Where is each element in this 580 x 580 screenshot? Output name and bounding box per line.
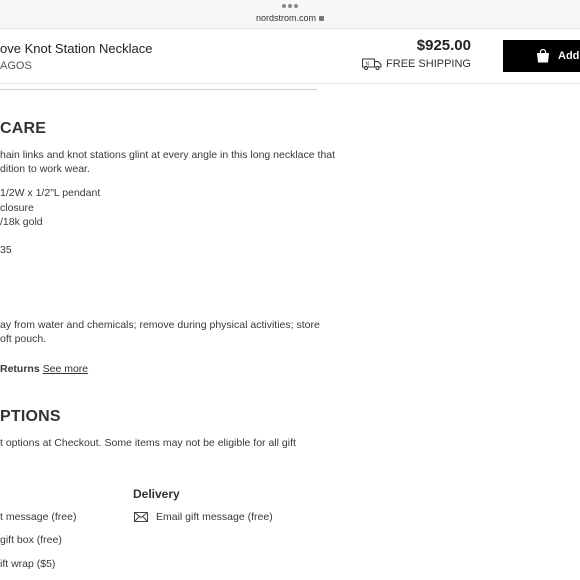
description-line-1: hain links and knot stations glint at ev…	[0, 149, 336, 161]
sticky-product-bar: ove Knot Station Necklace AGOS $925.00 N…	[0, 29, 580, 84]
details-heading: CARE	[0, 120, 47, 137]
envelope-icon	[134, 512, 148, 522]
section-divider	[0, 89, 317, 90]
spec-item: closure	[0, 202, 34, 214]
free-shipping: N FREE SHIPPING	[362, 58, 471, 70]
returns-label: Returns	[0, 363, 40, 375]
email-gift-message-option[interactable]: Email gift message (free)	[156, 510, 273, 525]
gift-option-message[interactable]: t message (free)	[0, 510, 76, 525]
product-title: ove Knot Station Necklace	[0, 41, 153, 56]
url-text: nordstrom.com	[255, 13, 317, 23]
product-price: $925.00	[416, 37, 471, 54]
care-line-1: ay from water and chemicals; remove duri…	[0, 319, 320, 331]
delivery-heading: Delivery	[133, 487, 180, 501]
description-line-2: dition to work wear.	[0, 163, 90, 175]
more-dots-icon[interactable]	[282, 4, 298, 9]
add-to-bag-button[interactable]: Add	[503, 40, 580, 72]
item-number: 35	[0, 244, 12, 256]
returns-row: Returns See more	[0, 362, 88, 377]
shipping-text: FREE SHIPPING	[386, 58, 471, 70]
lock-icon	[319, 16, 325, 21]
truck-icon: N	[362, 58, 382, 70]
add-button-label: Add	[558, 50, 580, 62]
spec-item: /18k gold	[0, 216, 43, 228]
browser-address-bar: nordstrom.com	[0, 0, 580, 29]
gift-options-description: t options at Checkout. Some items may no…	[0, 437, 296, 449]
gift-options-heading: PTIONS	[0, 408, 61, 425]
gift-option-box[interactable]: gift box (free)	[0, 533, 62, 548]
svg-text:N: N	[366, 62, 370, 68]
url-display[interactable]: nordstrom.com	[0, 13, 580, 23]
care-line-2: oft pouch.	[0, 333, 47, 345]
see-more-link[interactable]: See more	[43, 363, 89, 375]
product-brand[interactable]: AGOS	[0, 60, 32, 72]
gift-option-wrap[interactable]: ift wrap ($5)	[0, 557, 55, 572]
spec-item: 1/2W x 1/2"L pendant	[0, 187, 101, 199]
shopping-bag-icon	[537, 49, 549, 63]
